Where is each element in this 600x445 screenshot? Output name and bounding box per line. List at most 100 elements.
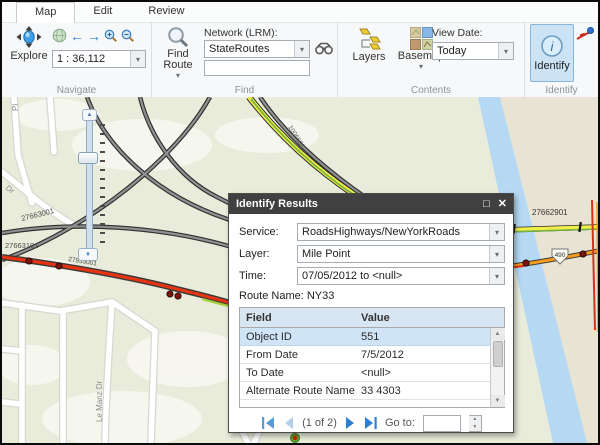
dialog-body: Service: RoadsHighways/NewYorkRoads ▾ La… xyxy=(229,214,513,440)
layers-icon xyxy=(356,27,382,51)
next-page-button[interactable] xyxy=(345,417,356,429)
binoculars-icon[interactable] xyxy=(315,42,333,55)
group-find: Find Route ▾ Network (LRM): StateRoutes … xyxy=(152,23,338,97)
explore-label: Explore xyxy=(10,51,47,62)
chevron-down-icon[interactable]: ▾ xyxy=(489,224,504,240)
shield-number: 490 xyxy=(555,252,566,259)
zoom-in-icon[interactable] xyxy=(104,29,118,43)
close-icon[interactable]: ✕ xyxy=(498,199,507,210)
table-header: Field Value xyxy=(240,308,504,328)
group-label-navigate: Navigate xyxy=(2,85,151,96)
scroll-up-icon[interactable]: ▲ xyxy=(491,328,505,340)
time-value: 07/05/2012 to <null> xyxy=(298,270,489,282)
value-cell: <null> xyxy=(355,367,490,379)
view-date-value: Today xyxy=(433,45,498,57)
last-page-button[interactable] xyxy=(364,417,377,429)
table-scrollbar[interactable]: ▲ ▼ xyxy=(490,328,504,407)
service-label: Service: xyxy=(239,226,297,238)
next-extent-icon[interactable]: → xyxy=(87,29,101,43)
value-cell: 7/5/2012 xyxy=(355,349,490,361)
maximize-icon[interactable]: □ xyxy=(483,199,490,210)
layer-combobox[interactable]: Mile Point ▾ xyxy=(297,245,505,263)
field-cell: To Date xyxy=(240,367,355,379)
ribbon-body: Explore ← → xyxy=(2,23,598,97)
chevron-down-icon[interactable]: ▾ xyxy=(130,51,145,67)
ribbon-tab-row: Map Edit Review xyxy=(2,2,598,23)
layer-value: Mile Point xyxy=(298,248,489,260)
service-value: RoadsHighways/NewYorkRoads xyxy=(298,226,489,238)
scale-combobox[interactable]: 1 : 36,112 ▾ xyxy=(52,50,146,68)
spinner-down-icon[interactable]: ▼ xyxy=(469,423,481,431)
page-indicator: (1 of 2) xyxy=(302,417,337,429)
identify-results-dialog: Identify Results □ ✕ Service: RoadsHighw… xyxy=(228,193,514,433)
view-date-combobox[interactable]: Today ▾ xyxy=(432,42,514,60)
group-contents: Layers Basemap ▾ View Date: xyxy=(338,23,525,97)
table-row[interactable]: Object ID 551 xyxy=(240,328,490,346)
chevron-down-icon[interactable]: ▾ xyxy=(498,43,513,59)
layer-row: Layer: Mile Point ▾ xyxy=(239,243,505,265)
zoom-slider-up-button[interactable]: ▲ xyxy=(82,109,97,121)
spinner-up-icon[interactable]: ▲ xyxy=(469,416,481,424)
identify-label: Identify xyxy=(534,60,569,72)
field-cell: From Date xyxy=(240,349,355,361)
zoom-slider-track[interactable] xyxy=(86,112,93,258)
tab-edit[interactable]: Edit xyxy=(75,2,130,23)
goto-page-input[interactable] xyxy=(423,415,461,432)
network-combobox[interactable]: StateRoutes ▾ xyxy=(204,40,310,58)
first-page-button[interactable] xyxy=(262,417,275,429)
attributes-table: Field Value Object ID 551 From Date 7/5/… xyxy=(239,307,505,408)
app-window: Map Edit Review Explore xyxy=(0,0,600,445)
view-date-label: View Date: xyxy=(432,27,520,39)
basemap-icon xyxy=(410,27,433,50)
table-row[interactable]: From Date 7/5/2012 xyxy=(240,346,490,364)
route-input[interactable] xyxy=(204,60,310,76)
scroll-down-icon[interactable]: ▼ xyxy=(491,395,505,407)
previous-page-button[interactable] xyxy=(283,417,294,429)
time-combobox[interactable]: 07/05/2012 to <null> ▾ xyxy=(297,267,505,285)
identify-icon: i xyxy=(540,34,564,58)
ribbon: Map Edit Review Explore xyxy=(2,2,598,97)
group-label-contents: Contents xyxy=(338,85,524,96)
table-rows: Object ID 551 From Date 7/5/2012 To Date… xyxy=(240,328,490,407)
explore-icon xyxy=(16,26,42,50)
find-route-button[interactable]: Find Route ▾ xyxy=(156,26,200,79)
chevron-down-icon[interactable]: ▾ xyxy=(294,41,309,57)
service-combobox[interactable]: RoadsHighways/NewYorkRoads ▾ xyxy=(297,223,505,241)
identify-route-location-icon[interactable] xyxy=(576,27,594,41)
find-route-label-line2: Route xyxy=(163,59,192,71)
pagination-bar: (1 of 2) Go to: ▲ ▼ xyxy=(239,410,505,436)
table-row[interactable]: To Date <null> xyxy=(240,364,490,382)
chevron-down-icon[interactable]: ▾ xyxy=(176,72,180,79)
dialog-title-bar[interactable]: Identify Results □ ✕ xyxy=(229,194,513,214)
zoom-slider-down-button[interactable]: ▼ xyxy=(78,248,98,261)
group-navigate: Explore ← → xyxy=(2,23,152,97)
table-row-partial xyxy=(240,400,490,407)
view-date-field: View Date: Today ▾ xyxy=(432,27,520,60)
tab-map[interactable]: Map xyxy=(16,2,75,23)
chevron-down-icon[interactable]: ▾ xyxy=(489,246,504,262)
layer-label: Layer: xyxy=(239,248,297,260)
explore-button[interactable]: Explore xyxy=(7,26,51,62)
zoom-out-icon[interactable] xyxy=(121,29,135,43)
time-label: Time: xyxy=(239,270,297,282)
find-route-icon xyxy=(167,26,189,48)
street-label-le-manz-dr: Le Manz Dr xyxy=(95,380,104,422)
chevron-down-icon[interactable]: ▾ xyxy=(489,268,504,284)
table-row[interactable]: Alternate Route Name 33 4303 xyxy=(240,382,490,400)
identify-button[interactable]: i Identify xyxy=(530,24,574,82)
network-value: StateRoutes xyxy=(205,43,294,55)
value-cell: 33 4303 xyxy=(355,385,490,397)
route-name-text: Route Name: NY33 xyxy=(239,290,505,302)
navigate-icon-row: ← → xyxy=(52,28,135,43)
network-lrm-label: Network (LRM): xyxy=(204,27,278,39)
tab-review[interactable]: Review xyxy=(130,2,202,23)
group-label-find: Find xyxy=(152,85,337,96)
layers-button[interactable]: Layers xyxy=(346,27,392,63)
zoom-slider-thumb[interactable] xyxy=(78,152,98,164)
chevron-down-icon[interactable]: ▾ xyxy=(419,63,423,70)
dialog-title: Identify Results xyxy=(236,198,475,210)
field-cell: Object ID xyxy=(240,331,355,343)
scrollbar-thumb[interactable] xyxy=(493,341,503,367)
globe-icon[interactable] xyxy=(52,28,67,43)
previous-extent-icon[interactable]: ← xyxy=(70,29,84,43)
